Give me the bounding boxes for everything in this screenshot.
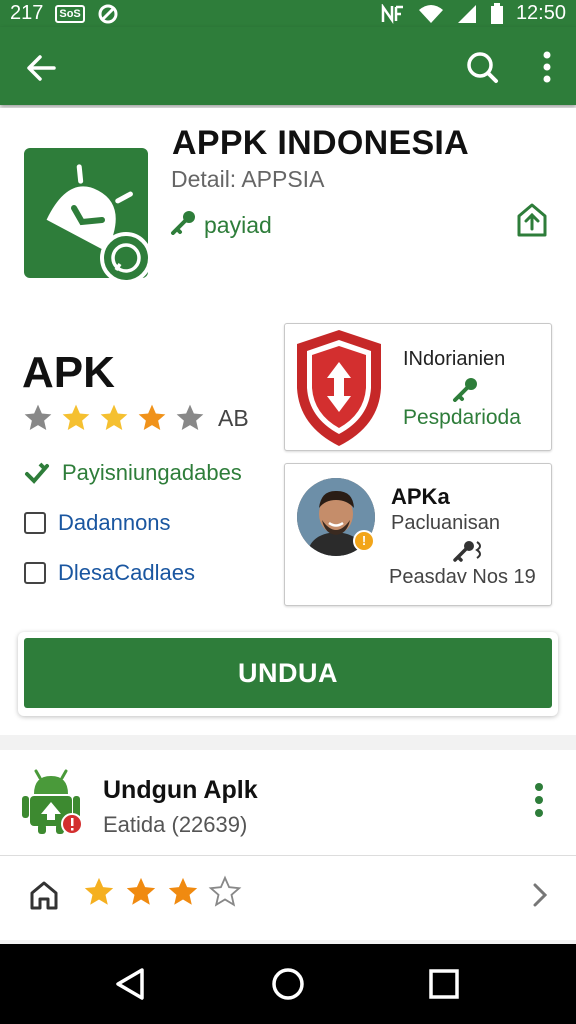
warning-badge: ! [353, 530, 375, 552]
profile-card-name: APKa [391, 484, 450, 509]
app-icon [24, 148, 152, 284]
whatsapp-badge-icon [100, 232, 152, 284]
app-detail-card: APPK INDONESIA Detail: APPSIA payiad APK… [0, 108, 576, 735]
system-nav-bar [0, 944, 576, 1024]
profile-card-line2: Peasdav Nos 19 [389, 566, 536, 588]
recents-nav-icon[interactable] [426, 966, 462, 1002]
download-button[interactable]: UNDUA [24, 638, 552, 708]
check-item-2[interactable]: Dadannons [24, 510, 171, 536]
chevron-right-icon[interactable] [528, 879, 552, 911]
check-item-label: Payisniungadabes [62, 460, 242, 485]
star-icon [176, 404, 204, 430]
wifi-icon [418, 4, 444, 24]
rate-stars[interactable] [82, 875, 242, 909]
security-card-subtitle: Pespdarioda [403, 406, 521, 429]
list-item[interactable]: Undgun Aplk Eatida (22639) [0, 750, 576, 856]
arrow-left-icon[interactable] [22, 49, 60, 87]
check-item-3[interactable]: DlesaCadlaes [24, 560, 195, 586]
status-clock: 12:50 [515, 2, 566, 24]
payiad-link[interactable]: payiad [170, 209, 272, 241]
more-vert-icon[interactable] [528, 780, 550, 820]
checkbox[interactable] [24, 562, 46, 584]
security-card-title: INdorianien [403, 348, 506, 370]
related-list: Undgun Aplk Eatida (22639) [0, 750, 576, 940]
check-item-label: Dadannons [58, 510, 171, 535]
profile-card[interactable]: ! APKa Pacluanisan Peasdav Nos 19 [284, 463, 552, 606]
star-icon [62, 404, 90, 430]
android-app-icon [22, 769, 82, 835]
security-card[interactable]: INdorianien Pespdarioda [284, 323, 552, 451]
check-item-label: DlesaCadlaes [58, 560, 195, 585]
home-icon[interactable] [28, 879, 60, 911]
check-icon [25, 462, 49, 484]
list-item-title: Undgun Aplk [103, 776, 258, 804]
battery-icon [490, 2, 504, 25]
sos-badge: SoS [55, 4, 85, 23]
star-icon[interactable] [82, 875, 116, 909]
list-item-subtitle: Eatida (22639) [103, 812, 248, 837]
star-icon [138, 404, 166, 430]
key-icon [453, 541, 481, 562]
status-bar: 217 SoS 12:50 [0, 0, 576, 27]
app-title: APPK INDONESIA [172, 124, 470, 162]
download-container: UNDUA [18, 632, 558, 716]
key-icon [170, 209, 198, 241]
checkbox[interactable] [24, 512, 46, 534]
app-detail-text: Detail: APPSIA [171, 166, 325, 192]
home-nav-icon[interactable] [270, 966, 306, 1002]
rating-row[interactable] [0, 857, 576, 931]
search-icon[interactable] [464, 49, 500, 85]
share-icon[interactable] [514, 202, 550, 238]
app-bar [0, 27, 576, 105]
star-icon[interactable] [124, 875, 158, 909]
more-vert-icon[interactable] [534, 49, 560, 85]
nfc-icon [380, 3, 406, 24]
rating-suffix: AB [218, 404, 249, 431]
back-nav-icon[interactable] [112, 966, 148, 1002]
star-icon [24, 404, 52, 430]
profile-card-line1: Pacluanisan [391, 512, 500, 534]
star-icon [100, 404, 128, 430]
sync-icon [97, 3, 119, 25]
apk-label: APK [22, 348, 115, 397]
key-icon [453, 378, 477, 402]
star-icon[interactable] [166, 875, 200, 909]
payiad-label: payiad [204, 211, 272, 238]
app-rating: AB [22, 402, 249, 434]
shield-icon [297, 330, 381, 446]
signal-icon [456, 4, 478, 24]
check-item-1[interactable]: Payisniungadabes [24, 460, 242, 486]
status-time-left: 217 [10, 2, 44, 24]
star-outline-icon[interactable] [208, 875, 242, 909]
